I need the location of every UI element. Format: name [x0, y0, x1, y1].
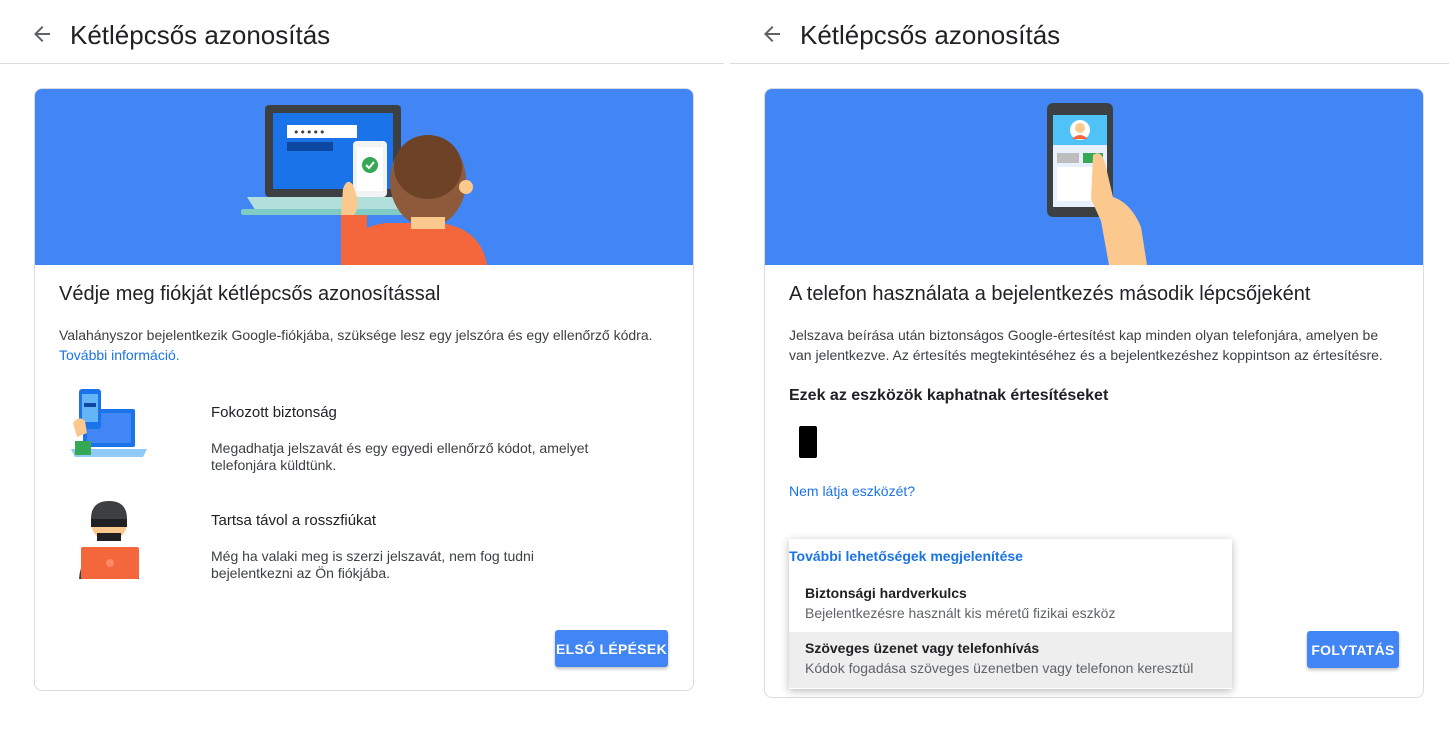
devices-heading: Ezek az eszközök kaphatnak értesítéseket: [789, 387, 1109, 404]
feature-description: Még ha valaki meg is szerzi jelszavát, n…: [211, 548, 534, 581]
smartphone-icon: [799, 426, 817, 458]
page-title: Kétlépcsős azonosítás: [800, 20, 1061, 50]
intro-card: ••••• Védje meg fiókját kétlépcsős azono…: [34, 88, 694, 691]
hacker-icon: [79, 501, 139, 579]
card-description: Jelszava beírása után biztonságos Google…: [789, 327, 1383, 363]
feature-title: Tartsa távol a rosszfiúkat: [211, 512, 377, 529]
laptop-phone-person-illustration: •••••: [241, 105, 487, 265]
header-bar: Kétlépcsős azonosítás: [0, 0, 724, 64]
continue-button[interactable]: FOLYTATÁS: [1307, 631, 1399, 668]
menu-item-description: Bejelentkezésre használt kis méretű fizi…: [805, 605, 1116, 621]
menu-item-title: Szöveges üzenet vagy telefonhívás: [805, 640, 1040, 656]
menu-item-security-key[interactable]: Biztonsági hardverkulcs Bejelentkezésre …: [789, 577, 1232, 633]
device-not-listed-link[interactable]: Nem látja eszközét?: [789, 483, 915, 499]
tablet-hand-illustration: [1047, 103, 1147, 265]
hero-banner: •••••: [35, 89, 693, 265]
description-text: Valahányszor bejelentkezik Google-fiókjá…: [59, 327, 653, 343]
feature-description: Megadhatja jelszavát és egy egyedi ellen…: [211, 440, 589, 473]
card-description: Valahányszor bejelentkezik Google-fiókjá…: [59, 325, 669, 365]
header-bar: Kétlépcsős azonosítás: [730, 0, 1449, 64]
menu-item-sms-call[interactable]: Szöveges üzenet vagy telefonhívás Kódok …: [789, 632, 1232, 688]
back-arrow-icon[interactable]: [760, 22, 784, 46]
menu-item-description: Kódok fogadása szöveges üzenetben vagy t…: [805, 660, 1194, 676]
card-title: A telefon használata a bejelentkezés más…: [789, 283, 1311, 305]
menu-item-title: Biztonsági hardverkulcs: [805, 585, 967, 601]
page-title: Kétlépcsős azonosítás: [70, 20, 331, 50]
laptop-phone-icon: [71, 389, 147, 457]
get-started-button[interactable]: ELSŐ LÉPÉSEK: [555, 630, 668, 667]
back-arrow-icon[interactable]: [30, 22, 54, 46]
feature-title: Fokozott biztonság: [211, 404, 337, 421]
more-info-link[interactable]: További információ.: [59, 347, 180, 363]
left-pane: Kétlépcsős azonosítás ••••• Védje meg fi…: [0, 0, 724, 744]
hero-banner: [765, 89, 1423, 265]
show-more-options-link[interactable]: További lehetőségek megjelenítése: [789, 548, 1023, 564]
password-mask: •••••: [293, 126, 325, 139]
card-title: Védje meg fiókját kétlépcsős azonosításs…: [59, 283, 441, 305]
